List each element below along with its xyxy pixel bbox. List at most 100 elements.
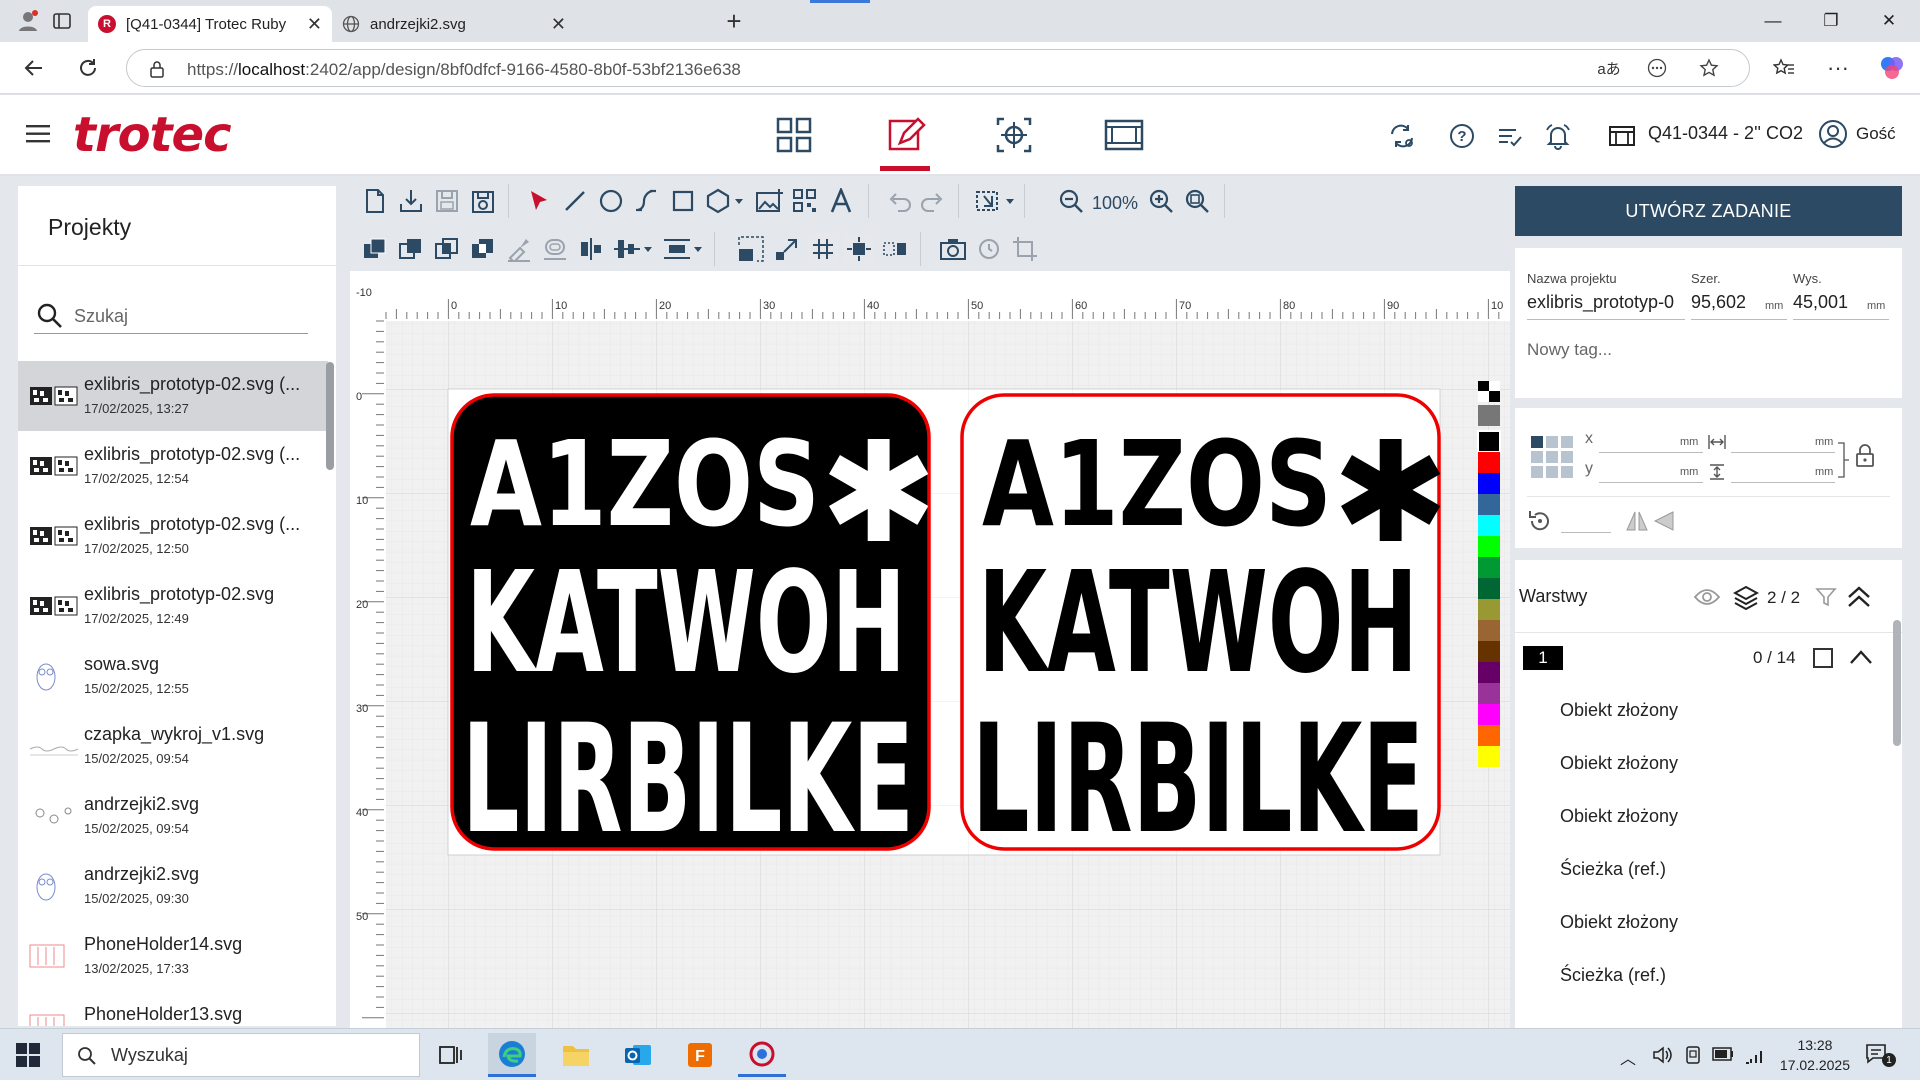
layer-object-item[interactable]: Obiekt złożony [1560, 806, 1678, 827]
chevron-up-icon[interactable] [1849, 648, 1873, 666]
url-text[interactable]: https://localhost:2402/app/design/8bf0df… [187, 60, 741, 80]
save-icon[interactable] [432, 186, 462, 216]
w-field[interactable] [1731, 452, 1835, 453]
polygon-tool-icon[interactable] [704, 186, 746, 216]
profile-icon[interactable] [10, 3, 46, 39]
tab-trotec[interactable]: R [Q41-0344] Trotec Ruby ✕ [88, 6, 332, 42]
layer-object-item[interactable]: Obiekt złożony [1560, 753, 1678, 774]
align-dropdown-icon[interactable] [612, 234, 656, 264]
zoom-fit-icon[interactable] [1182, 186, 1212, 216]
hamburger-menu-icon[interactable] [26, 123, 52, 145]
reload-icon[interactable] [70, 50, 106, 86]
tab-andrzejki[interactable]: andrzejki2.svg ✕ [332, 6, 576, 42]
boolean-exclude-icon[interactable] [468, 234, 498, 264]
color-swatch[interactable] [1478, 641, 1500, 662]
filter-icon[interactable] [1815, 586, 1837, 608]
new-tag-input[interactable]: Nowy tag... [1527, 340, 1612, 360]
project-list-item[interactable]: andrzejki2.svg 15/02/2025, 09:30 [18, 851, 328, 921]
color-swatch[interactable] [1478, 662, 1500, 683]
color-swatch[interactable] [1478, 704, 1500, 725]
project-list-item[interactable]: sowa.svg 15/02/2025, 12:55 [18, 641, 328, 711]
scrollbar[interactable] [326, 362, 334, 470]
fusion-app-icon[interactable]: F [676, 1033, 724, 1077]
tray-chevron-icon[interactable]: ︿ [1620, 1045, 1636, 1069]
save-as-icon[interactable] [468, 186, 498, 216]
project-list-item[interactable]: PhoneHolder13.svg [18, 991, 328, 1026]
select-arrow-icon[interactable] [524, 186, 554, 216]
project-list-item[interactable]: exlibris_prototyp-02.svg 17/02/2025, 12:4… [18, 571, 328, 641]
tab-actions-icon[interactable] [44, 3, 80, 39]
reset-camera-icon[interactable] [974, 234, 1004, 264]
layer-badge[interactable]: 1 [1523, 646, 1563, 670]
design-canvas[interactable]: 0 10 20 30 40 50 60 70 80 90 10 -10 0 10 20 30 40 50 A1Z… [350, 271, 1510, 1028]
color-swatch[interactable] [1478, 536, 1500, 557]
color-swatch[interactable] [1478, 599, 1500, 620]
swatch-transparent[interactable] [1478, 381, 1500, 402]
zoom-in-icon[interactable] [1146, 186, 1176, 216]
contour-tool-icon[interactable] [540, 234, 570, 264]
user-avatar-icon[interactable] [1818, 119, 1848, 149]
layer-object-item[interactable]: Obiekt złożony [1560, 912, 1678, 933]
fill-tool-icon[interactable] [504, 234, 534, 264]
flip-vertical-icon[interactable] [1653, 510, 1675, 532]
swatch-grayscale[interactable] [1478, 405, 1500, 426]
omnibox[interactable]: https://localhost:2402/app/design/8bf0df… [126, 49, 1750, 87]
qr-code-tool-icon[interactable] [790, 186, 820, 216]
color-swatch[interactable] [1478, 494, 1500, 515]
color-swatch[interactable] [1478, 683, 1500, 704]
undo-icon[interactable] [884, 186, 914, 216]
color-swatch[interactable] [1478, 452, 1500, 473]
favorite-star-icon[interactable] [1691, 50, 1727, 86]
device-icon[interactable] [1684, 1045, 1702, 1065]
boolean-subtract-icon[interactable] [396, 234, 426, 264]
windows-start-icon[interactable] [16, 1043, 40, 1067]
file-explorer-icon[interactable] [552, 1033, 600, 1077]
color-swatch[interactable] [1478, 578, 1500, 599]
wifi-icon[interactable] [1744, 1045, 1766, 1065]
edge-app-icon[interactable] [488, 1033, 536, 1077]
notification-bell-icon[interactable] [1544, 122, 1572, 150]
favorites-icon[interactable] [1766, 50, 1802, 86]
width-field[interactable]: 95,602 [1691, 292, 1746, 313]
device-name[interactable]: Q41-0344 - 2'' CO2 [1648, 123, 1803, 144]
collapse-all-icon[interactable] [1845, 584, 1873, 610]
queue-list-icon[interactable] [1496, 122, 1524, 150]
notification-center-icon[interactable]: 1 [1864, 1041, 1896, 1067]
settings-more-icon[interactable]: ··· [1820, 50, 1856, 86]
color-swatch[interactable] [1478, 515, 1500, 536]
line-tool-icon[interactable] [560, 186, 590, 216]
color-swatch[interactable] [1478, 557, 1500, 578]
outlook-icon[interactable] [614, 1033, 662, 1077]
color-swatch[interactable] [1478, 746, 1500, 767]
y-field[interactable] [1599, 482, 1703, 483]
nav-dashboard-icon[interactable] [772, 113, 816, 157]
snap-toggle-icon[interactable] [844, 234, 874, 264]
taskbar-search[interactable]: Wyszukaj [62, 1033, 420, 1077]
project-list-item[interactable]: exlibris_prototyp-02.svg (... 17/02/2025,… [18, 361, 328, 431]
color-swatch[interactable] [1478, 620, 1500, 641]
volume-icon[interactable] [1652, 1045, 1672, 1065]
layer-object-item[interactable]: Obiekt złożony [1560, 700, 1678, 721]
boolean-union-icon[interactable] [360, 234, 390, 264]
nav-jobs-icon[interactable] [1102, 113, 1146, 157]
project-name-field[interactable]: exlibris_prototyp-0 [1527, 292, 1683, 313]
copilot-icon[interactable] [1874, 50, 1910, 86]
image-tool-icon[interactable] [754, 186, 784, 216]
rotation-field[interactable] [1561, 532, 1611, 533]
curve-tool-icon[interactable] [632, 186, 662, 216]
battery-icon[interactable] [1712, 1047, 1734, 1061]
layers-stack-icon[interactable] [1733, 584, 1759, 610]
new-file-icon[interactable] [360, 186, 390, 216]
project-list-item[interactable]: andrzejki2.svg 15/02/2025, 09:54 [18, 781, 328, 851]
nav-prepare-icon[interactable] [992, 113, 1036, 157]
color-swatch[interactable] [1478, 725, 1500, 746]
ellipse-tool-icon[interactable] [596, 186, 626, 216]
h-field[interactable] [1731, 482, 1835, 483]
rectangle-tool-icon[interactable] [668, 186, 698, 216]
color-swatch[interactable] [1478, 473, 1500, 494]
align-center-icon[interactable] [576, 234, 606, 264]
visibility-eye-icon[interactable] [1693, 588, 1721, 606]
close-tab-icon[interactable]: ✕ [307, 15, 322, 33]
resize-icon[interactable] [772, 234, 802, 264]
project-list-item[interactable]: czapka_wykroj_v1.svg 15/02/2025, 09:54 [18, 711, 328, 781]
